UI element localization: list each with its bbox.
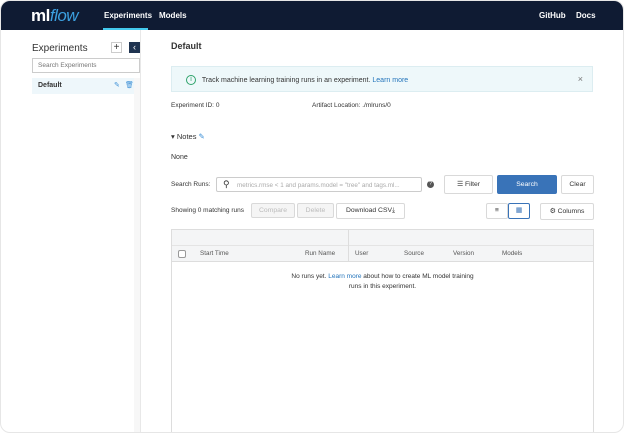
download-icon: ⤓ [392, 207, 396, 214]
page-title: Default [171, 41, 202, 51]
edit-notes-icon[interactable]: ✎ [199, 132, 205, 141]
col-run-name[interactable]: Run Name [305, 250, 335, 257]
nav-docs[interactable]: Docs [576, 11, 596, 20]
app-window: mlflow Experiments Models GitHub Docs Ex… [0, 0, 624, 433]
sidebar-title: Experiments [32, 43, 88, 54]
nav-github[interactable]: GitHub [539, 11, 566, 20]
select-all-checkbox[interactable] [178, 250, 186, 258]
nav-models[interactable]: Models [159, 11, 187, 20]
table-header: Start Time Run Name User Source Version … [172, 246, 593, 262]
experiment-id: Experiment ID: 0 [171, 102, 220, 109]
col-start-time[interactable]: Start Time [200, 250, 229, 257]
banner-learn-more-link[interactable]: Learn more [372, 77, 408, 84]
search-button[interactable]: Search [497, 175, 557, 194]
add-experiment-button[interactable]: + [111, 42, 122, 53]
search-experiments-input[interactable] [32, 58, 140, 73]
empty-learn-more-link[interactable]: Learn more [328, 273, 361, 280]
empty-state: No runs yet. Learn more about how to cre… [291, 273, 474, 290]
sidebar-scrollbar[interactable] [134, 78, 140, 432]
clear-button[interactable]: Clear [561, 175, 594, 194]
search-runs-label: Search Runs: [171, 181, 211, 188]
col-source[interactable]: Source [404, 250, 424, 257]
search-icon: ⚲ [223, 179, 230, 189]
help-icon[interactable]: ? [427, 181, 434, 188]
delete-button[interactable]: Delete [297, 203, 334, 218]
grid-view-button[interactable]: ▦ [508, 203, 530, 219]
search-runs-input[interactable]: ⚲ metrics.rmse < 1 and params.model = "t… [216, 177, 422, 192]
column-divider [348, 230, 349, 262]
table-group-header [172, 230, 593, 246]
filter-icon: ☰ [456, 181, 464, 188]
collapse-sidebar-button[interactable]: ‹ [129, 42, 140, 53]
runs-table: Start Time Run Name User Source Version … [171, 229, 594, 432]
notes-value: None [171, 154, 188, 161]
info-icon: i [186, 75, 196, 85]
edit-icon[interactable]: ✎ [114, 81, 120, 89]
col-models[interactable]: Models [502, 250, 522, 257]
close-icon[interactable]: × [578, 74, 583, 84]
run-count: Showing 0 matching runs [171, 207, 244, 214]
mlflow-logo[interactable]: mlflow [31, 6, 79, 26]
sidebar: Experiments + ‹ Default ✎ 🗑 [1, 30, 141, 432]
artifact-location: Artifact Location: ./mlruns/0 [312, 102, 391, 109]
compare-button[interactable]: Compare [251, 203, 295, 218]
columns-button[interactable]: ⚙ Columns [540, 203, 594, 220]
top-nav: mlflow Experiments Models GitHub Docs [1, 1, 623, 30]
col-version[interactable]: Version [453, 250, 474, 257]
filter-button[interactable]: ☰ Filter [444, 175, 493, 194]
download-csv-button[interactable]: Download CSV⤓ [336, 203, 405, 219]
gear-icon: ⚙ [549, 208, 556, 215]
list-view-button[interactable]: ≡ [486, 203, 508, 219]
col-user[interactable]: User [355, 250, 368, 257]
nav-experiments[interactable]: Experiments [104, 11, 152, 20]
experiment-item-default[interactable]: Default ✎ 🗑 [32, 78, 134, 94]
notes-toggle[interactable]: ▾ Notes ✎ [171, 132, 205, 141]
trash-icon[interactable]: 🗑 [125, 81, 134, 89]
info-banner: i Track machine learning training runs i… [171, 66, 593, 92]
